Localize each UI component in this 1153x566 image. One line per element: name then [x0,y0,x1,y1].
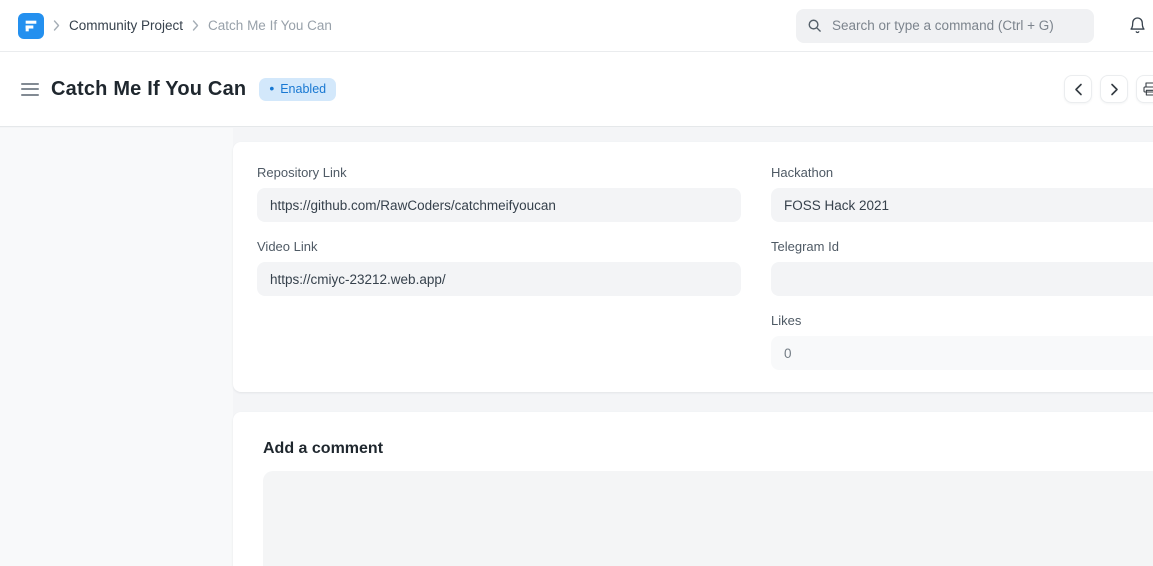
field-likes: Likes [771,312,1153,370]
next-record-button[interactable] [1100,75,1128,103]
hamburger-icon [21,94,39,96]
field-label: Video Link [257,238,741,256]
form-layout: Repository Link Video Link Hackathon Tel… [233,142,1153,566]
frappe-logo-icon [23,18,39,34]
field-label: Likes [771,312,1153,330]
chevron-left-icon [1074,83,1083,96]
page-header: Catch Me If You Can • Enabled [0,52,1153,127]
print-button[interactable] [1136,75,1153,103]
status-dot-icon: • [269,81,274,95]
breadcrumb-item-community-project[interactable]: Community Project [69,18,183,33]
telegram-id-input[interactable] [771,262,1153,296]
global-search[interactable] [796,9,1094,43]
page-content: Repository Link Video Link Hackathon Tel… [0,128,1153,566]
sidebar-toggle-button[interactable] [19,79,41,100]
frappe-desk-page: { "navbar": { "logo_icon": "frappe-logo"… [0,0,1153,566]
top-navbar: Community Project Catch Me If You Can [0,0,1153,52]
hackathon-input[interactable] [771,188,1153,222]
status-badge: • Enabled [259,78,336,101]
breadcrumb-item-current: Catch Me If You Can [208,18,332,33]
hamburger-icon [21,83,39,85]
likes-input [771,336,1153,370]
field-hackathon: Hackathon [771,164,1153,222]
page-title: Catch Me If You Can [51,78,246,101]
video-link-input[interactable] [257,262,741,296]
breadcrumb-chevron-icon [192,20,199,31]
hamburger-icon [21,88,39,90]
previous-record-button[interactable] [1064,75,1092,103]
notifications-button[interactable] [1126,14,1149,37]
breadcrumb-chevron-icon [53,20,60,31]
form-section-card: Repository Link Video Link Hackathon Tel… [233,142,1153,392]
add-comment-heading: Add a comment [263,440,1153,458]
bell-icon [1128,16,1147,35]
search-icon [807,18,822,33]
form-column-left: Repository Link Video Link [257,164,741,296]
chevron-right-icon [1110,83,1119,96]
frappe-logo[interactable] [18,13,44,39]
comments-section-card: Add a comment [233,412,1153,566]
field-label: Telegram Id [771,238,1153,256]
field-telegram-id: Telegram Id [771,238,1153,296]
field-label: Repository Link [257,164,741,182]
field-video-link: Video Link [257,238,741,296]
form-sidebar-area [0,128,233,566]
comment-input-box[interactable] [263,471,1153,566]
printer-icon [1142,81,1153,97]
form-column-right: Hackathon Telegram Id Likes [771,164,1153,370]
header-actions [1064,75,1153,103]
search-input[interactable] [830,17,1083,34]
repository-link-input[interactable] [257,188,741,222]
status-badge-label: Enabled [280,82,326,96]
field-repository-link: Repository Link [257,164,741,222]
field-label: Hackathon [771,164,1153,182]
